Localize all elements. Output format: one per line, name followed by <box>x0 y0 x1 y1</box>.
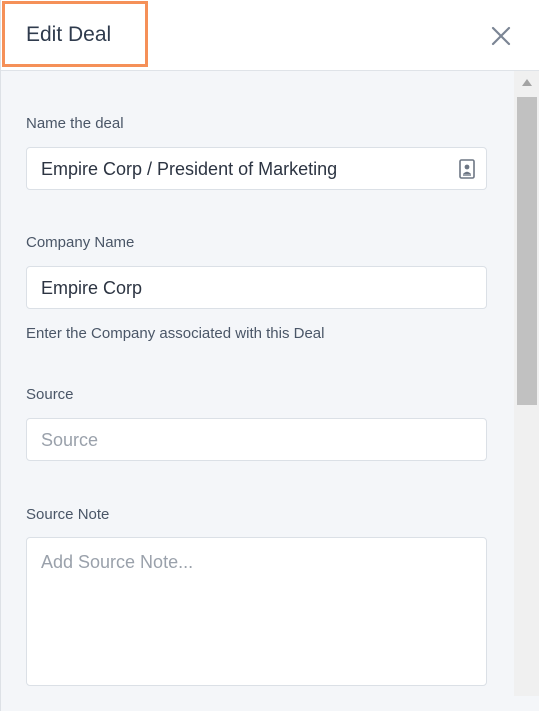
company-name-helper: Enter the Company associated with this D… <box>26 325 325 342</box>
close-icon <box>491 26 511 46</box>
scroll-up-button[interactable] <box>514 71 539 95</box>
source-note-textarea[interactable]: Add Source Note... <box>26 537 487 686</box>
page-title: Edit Deal <box>26 23 112 46</box>
source-placeholder: Source <box>41 430 99 450</box>
company-name-field[interactable]: Empire Corp <box>26 266 487 309</box>
deal-name-value: Empire Corp / President of Marketing <box>41 159 338 179</box>
deal-name-label: Name the deal <box>26 115 124 132</box>
scroll-thumb[interactable] <box>517 97 537 405</box>
company-name-value: Empire Corp <box>41 278 143 298</box>
company-name-label: Company Name <box>26 234 135 251</box>
scrollbar[interactable] <box>514 71 539 696</box>
edit-deal-panel: Edit Deal Name the deal Empire Corp / Pr… <box>0 0 539 711</box>
triangle-up-icon <box>522 79 532 86</box>
deal-name-field[interactable]: Empire Corp / President of Marketing <box>26 147 487 190</box>
source-field[interactable]: Source <box>26 418 487 461</box>
close-button[interactable] <box>485 20 517 52</box>
source-label: Source <box>26 386 74 403</box>
contact-card-icon[interactable] <box>459 159 475 179</box>
source-note-label: Source Note <box>26 506 110 523</box>
panel-header: Edit Deal <box>1 0 539 71</box>
source-note-placeholder: Add Source Note... <box>41 552 194 572</box>
form-content: Name the deal Empire Corp / President of… <box>1 71 514 711</box>
